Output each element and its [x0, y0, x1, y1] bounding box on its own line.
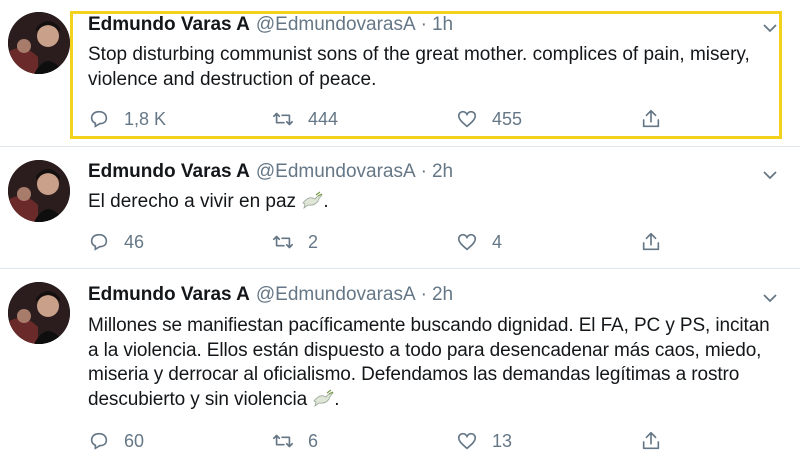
retweet-count: 2 [308, 231, 319, 252]
dove-emoji-icon [313, 389, 335, 407]
chevron-down-icon[interactable] [762, 290, 778, 306]
display-name[interactable]: Edmundo Varas A [88, 14, 250, 36]
tweet-text: Stop disturbing communist sons of the gr… [88, 43, 768, 92]
reply-button[interactable]: 1,8 K [88, 106, 166, 132]
like-button[interactable]: 4 [456, 229, 502, 255]
retweet-icon [273, 112, 293, 126]
chevron-down-icon[interactable] [762, 20, 778, 36]
tweet-text-content: Stop disturbing communist sons of the gr… [88, 44, 750, 90]
share-icon [642, 232, 660, 251]
reply-icon [90, 233, 108, 251]
share-icon [642, 431, 660, 450]
username[interactable]: @EdmundovarasA [256, 284, 416, 306]
like-icon [457, 233, 477, 251]
retweet-button[interactable]: 2 [272, 229, 318, 255]
username[interactable]: @EdmundovarasA [256, 14, 416, 36]
separator: · [420, 284, 427, 305]
reply-count: 46 [124, 231, 145, 252]
separator: · [420, 14, 427, 35]
share-button[interactable] [640, 106, 676, 132]
tweet-actions: 1,8 K 444 455 [88, 106, 688, 132]
tweet-text-content: El derecho a vivir en paz [88, 191, 297, 212]
tweet-actions: 60 6 13 [88, 428, 688, 454]
avatar[interactable] [8, 160, 70, 222]
reply-count: 1,8 K [124, 108, 167, 129]
display-name[interactable]: Edmundo Varas A [88, 284, 250, 306]
username[interactable]: @EdmundovarasA [256, 161, 416, 183]
tweet[interactable]: Edmundo Varas A @EdmundovarasA · 2h El d… [0, 147, 800, 269]
share-button[interactable] [640, 229, 676, 255]
tweet[interactable]: Edmundo Varas A @EdmundovarasA · 1h Stop… [0, 0, 800, 147]
retweet-count: 6 [308, 430, 319, 451]
timestamp[interactable]: 2h [432, 284, 453, 306]
like-count: 13 [492, 430, 513, 451]
like-count: 455 [492, 108, 523, 129]
dove-emoji-icon [302, 191, 324, 209]
like-count: 4 [492, 231, 503, 252]
tweet-header: Edmundo Varas A @EdmundovarasA · 1h [88, 14, 453, 38]
retweet-button[interactable]: 444 [272, 106, 338, 132]
reply-icon [90, 432, 108, 450]
separator: · [420, 161, 427, 182]
tweet-header: Edmundo Varas A @EdmundovarasA · 2h [88, 284, 453, 308]
retweet-count: 444 [308, 108, 339, 129]
like-icon [457, 110, 477, 128]
like-icon [457, 432, 477, 450]
reply-button[interactable]: 60 [88, 428, 144, 454]
tweet-text-content: Millones se manifiestan pacíficamente bu… [88, 315, 770, 410]
chevron-down-icon[interactable] [762, 167, 778, 183]
reply-button[interactable]: 46 [88, 229, 144, 255]
retweet-button[interactable]: 6 [272, 428, 318, 454]
tweet-actions: 46 2 4 [88, 229, 688, 255]
display-name[interactable]: Edmundo Varas A [88, 161, 250, 183]
reply-icon [90, 110, 108, 128]
retweet-icon [273, 434, 293, 448]
reply-count: 60 [124, 430, 145, 451]
timestamp[interactable]: 1h [432, 14, 453, 36]
retweet-icon [273, 235, 293, 249]
share-icon [642, 109, 660, 128]
avatar[interactable] [8, 12, 70, 74]
timestamp[interactable]: 2h [432, 161, 453, 183]
like-button[interactable]: 455 [456, 106, 522, 132]
tweet-text: Millones se manifiestan pacíficamente bu… [88, 314, 778, 412]
tweet-text-suffix: . [323, 191, 329, 212]
avatar[interactable] [8, 282, 70, 344]
like-button[interactable]: 13 [456, 428, 512, 454]
tweet-text-suffix: . [334, 388, 340, 410]
share-button[interactable] [640, 428, 676, 454]
tweet-header: Edmundo Varas A @EdmundovarasA · 2h [88, 161, 453, 185]
tweet[interactable]: Edmundo Varas A @EdmundovarasA · 2h Mill… [0, 269, 800, 463]
tweet-text: El derecho a vivir en paz . [88, 190, 768, 215]
tweet-feed: Edmundo Varas A @EdmundovarasA · 1h Stop… [0, 0, 800, 463]
